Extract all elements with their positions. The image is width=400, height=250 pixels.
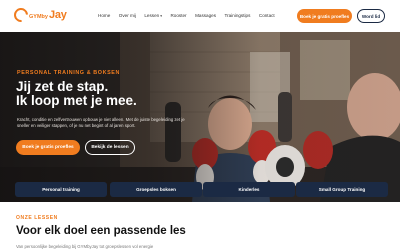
hero-eyebrow: PERSONAL TRAINING & BOKSEN <box>17 70 120 76</box>
glove-ring-icon <box>11 5 31 25</box>
lessons-intro-text: Van persoonlijke begeleiding bij GYMbyJa… <box>16 244 154 249</box>
hero-headline-line2: Ik loop met je mee. <box>16 93 137 108</box>
hero-subtext: Kracht, conditie en zelfvertrouwen opbou… <box>17 117 185 129</box>
lessons-title: Voor elk doel een passende les <box>16 225 186 237</box>
logo-text-jay: Jay <box>48 9 67 21</box>
category-personal-training[interactable]: Personal training <box>15 182 107 197</box>
nav-item-lessen[interactable]: Lessen▾ <box>144 13 162 18</box>
category-small-group-training[interactable]: Small Group Training <box>296 182 388 197</box>
site-logo[interactable]: GYM by Jay <box>11 5 67 25</box>
lessons-eyebrow: ONZE LESSEN <box>16 215 58 221</box>
view-lessons-button[interactable]: Bekijk de lessen <box>85 140 135 155</box>
category-kinderles[interactable]: Kinderles <box>203 182 295 197</box>
nav-item-over-mij[interactable]: Over mij <box>119 13 136 18</box>
logo-text-by: by <box>41 13 48 20</box>
site-header: GYM by Jay Home Over mij Lessen▾ Rooster… <box>0 0 400 32</box>
hero-headline: Jij zet de stap. Ik loop met je mee. <box>16 80 137 108</box>
category-groepsles-boksen[interactable]: Groepsles boksen <box>110 182 202 197</box>
nav-item-trainingstips[interactable]: Trainingstips <box>225 13 251 18</box>
nav-item-rooster[interactable]: Rooster <box>170 13 186 18</box>
nav-item-home[interactable]: Home <box>98 13 110 18</box>
become-member-button[interactable]: Word lid <box>357 9 385 23</box>
book-trial-button-hero[interactable]: Boek je gratis proefles <box>16 140 80 155</box>
nav-item-massages[interactable]: Massages <box>195 13 216 18</box>
logo-text-gym: GYM <box>29 13 42 20</box>
main-nav: Home Over mij Lessen▾ Rooster Massages T… <box>98 13 283 18</box>
hero-section: PERSONAL TRAINING & BOKSEN Jij zet de st… <box>0 32 400 202</box>
book-trial-button-header[interactable]: Boek je gratis proefles <box>297 9 352 23</box>
chevron-down-icon: ▾ <box>160 14 162 18</box>
nav-item-contact[interactable]: Contact <box>259 13 275 18</box>
hero-headline-line1: Jij zet de stap. <box>16 79 109 94</box>
nav-item-lessen-label: Lessen <box>144 13 160 18</box>
